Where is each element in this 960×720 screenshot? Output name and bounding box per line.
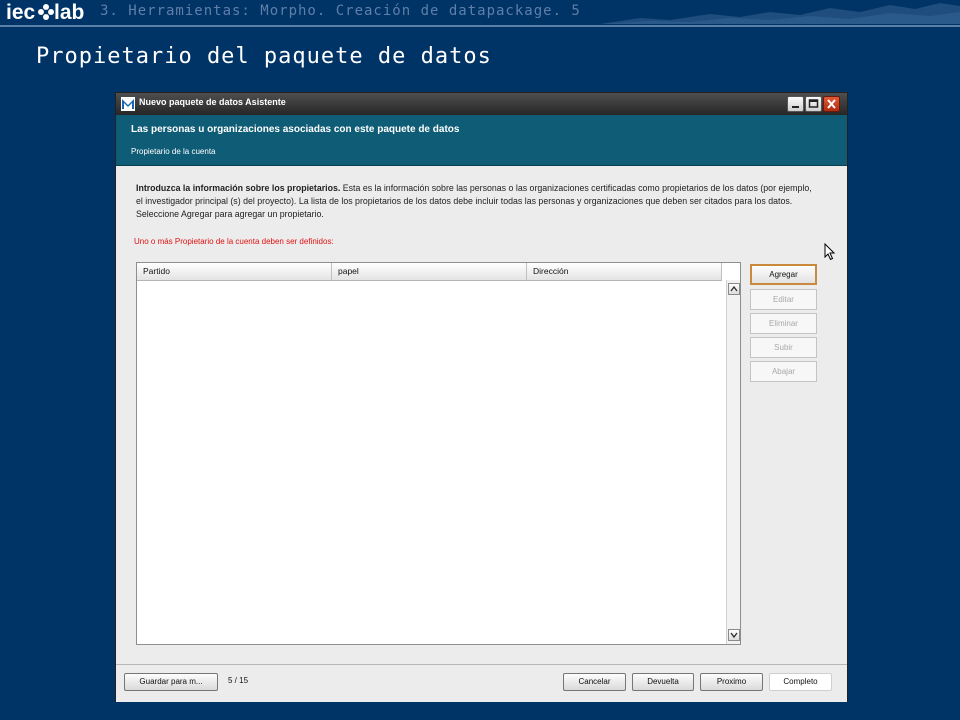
- table-scrollbar[interactable]: [726, 280, 740, 644]
- svg-text:iec: iec: [6, 1, 36, 24]
- close-button[interactable]: [823, 96, 840, 112]
- mouse-cursor-icon: [824, 243, 836, 261]
- cancel-button[interactable]: Cancelar: [563, 673, 626, 691]
- scroll-up-button[interactable]: [728, 283, 740, 295]
- next-button[interactable]: Proximo: [700, 673, 763, 691]
- iecolab-logo: iec lab: [6, 1, 84, 24]
- svg-text:lab: lab: [54, 1, 84, 24]
- minimize-icon: [792, 106, 799, 108]
- scroll-down-button[interactable]: [728, 629, 740, 641]
- delete-owner-button[interactable]: Eliminar: [750, 313, 817, 334]
- back-button[interactable]: Devuelta: [632, 673, 694, 691]
- wizard-footer: Guardar para m... 5 / 15 Cancelar Devuel…: [116, 664, 847, 702]
- header-divider: [0, 25, 960, 27]
- slide-title: Propietario del paquete de datos: [36, 44, 492, 69]
- page-indicator: 5 / 15: [228, 676, 249, 685]
- minimize-button[interactable]: [787, 96, 804, 112]
- chevron-up-icon: [730, 285, 738, 292]
- morpho-app-icon: [121, 97, 135, 111]
- column-header-party[interactable]: Partido: [137, 263, 332, 280]
- step-banner: Las personas u organizaciones asociadas …: [116, 115, 847, 166]
- window-title: Nuevo paquete de datos Asistente: [139, 97, 286, 107]
- instructions-text: Introduzca la información sobre los prop…: [136, 182, 816, 221]
- save-for-later-button[interactable]: Guardar para m...: [124, 673, 218, 691]
- move-down-button[interactable]: Abajar: [750, 361, 817, 382]
- window-titlebar[interactable]: Nuevo paquete de datos Asistente: [116, 93, 847, 115]
- wizard-window: Nuevo paquete de datos Asistente Las per…: [115, 92, 848, 702]
- owners-table[interactable]: Partido papel Dirección: [136, 262, 741, 645]
- close-icon: [827, 99, 836, 109]
- column-header-role[interactable]: papel: [332, 263, 527, 280]
- edit-owner-button[interactable]: Editar: [750, 289, 817, 310]
- move-up-button[interactable]: Subir: [750, 337, 817, 358]
- chevron-down-icon: [730, 632, 738, 639]
- column-header-address[interactable]: Dirección: [527, 263, 722, 280]
- breadcrumb: 3. Herramientas: Morpho. Creación de dat…: [100, 3, 581, 19]
- instructions-lead: Introduzca la información sobre los prop…: [136, 183, 341, 193]
- maximize-button[interactable]: [805, 96, 822, 112]
- maximize-icon: [808, 99, 819, 108]
- finish-button[interactable]: Completo: [769, 673, 832, 691]
- step-title: Las personas u organizaciones asociadas …: [131, 124, 460, 135]
- table-header: Partido papel Dirección: [137, 263, 722, 281]
- add-owner-button[interactable]: Agregar: [750, 264, 817, 285]
- mountains-decoration: [600, 3, 960, 24]
- validation-error: Uno o más Propietario de la cuenta deben…: [134, 237, 334, 246]
- step-subtitle: Propietario de la cuenta: [131, 147, 216, 156]
